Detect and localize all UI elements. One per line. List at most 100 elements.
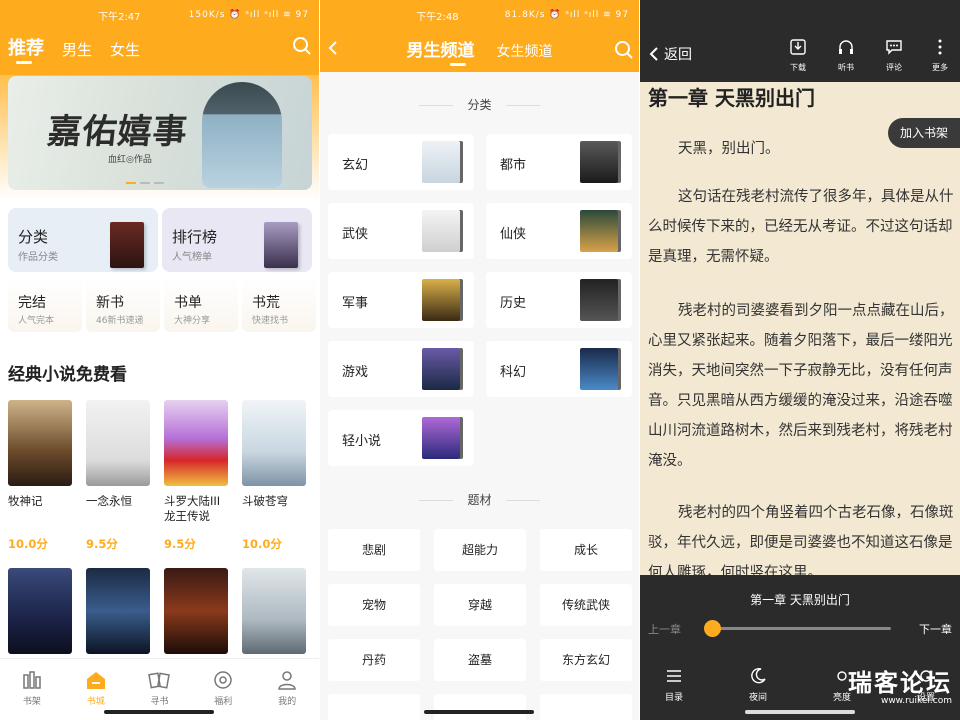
toc-label: 目录 bbox=[664, 693, 683, 703]
book-item[interactable] bbox=[8, 568, 72, 654]
category-item[interactable]: 玄幻 bbox=[328, 134, 474, 190]
search-icon[interactable] bbox=[614, 40, 634, 60]
category-card-cover bbox=[110, 222, 144, 268]
category-card[interactable]: 分类 作品分类 bbox=[8, 208, 158, 272]
book-score: 10.0分 bbox=[242, 537, 282, 551]
theme-tag-partial[interactable] bbox=[328, 694, 420, 720]
new-books-card[interactable]: 新书 46新书速递 bbox=[86, 278, 160, 332]
new-books-card-title: 新书 bbox=[96, 295, 124, 311]
theme-tag[interactable]: 丹药 bbox=[328, 639, 420, 681]
nav-find-book-label: 寻书 bbox=[150, 697, 169, 707]
theme-tag[interactable]: 东方玄幻 bbox=[540, 639, 632, 681]
category-label: 游戏 bbox=[342, 365, 369, 380]
theme-tag[interactable]: 宠物 bbox=[328, 584, 420, 626]
download-button[interactable]: 下载 bbox=[778, 38, 818, 73]
category-cover bbox=[580, 279, 618, 321]
bookstore-home-screen: 下午2:47 150K/s ⏰ ᵃıll ᵃıll ≋ 97 推荐 男生 女生 … bbox=[0, 0, 319, 720]
book-item[interactable] bbox=[86, 568, 150, 654]
theme-tag[interactable]: 穿越 bbox=[434, 584, 526, 626]
comment-button[interactable]: 评论 bbox=[874, 38, 914, 73]
banner-pager bbox=[126, 182, 164, 184]
profile-icon bbox=[278, 671, 296, 690]
ranking-card[interactable]: 排行榜 人气榜单 bbox=[162, 208, 312, 272]
reader-top-bar: 返回 下载 听书 评论 更多 bbox=[640, 0, 960, 82]
chapter-progress-track[interactable] bbox=[708, 627, 891, 630]
night-mode-button[interactable]: 夜间 bbox=[738, 667, 778, 703]
nav-bookshelf[interactable]: 书架 bbox=[0, 659, 64, 720]
listen-button[interactable]: 听书 bbox=[826, 38, 866, 73]
category-cover bbox=[580, 210, 618, 252]
promo-banner[interactable]: 嘉佑嬉事 血红◎作品 bbox=[8, 76, 312, 190]
banner-author: 血红◎作品 bbox=[108, 155, 152, 165]
category-label: 科幻 bbox=[500, 365, 527, 380]
ranking-card-cover bbox=[264, 222, 298, 268]
current-chapter: 第一章 天黑别出门 bbox=[750, 593, 850, 607]
reader-screen: 返回 下载 听书 评论 更多 第一章 天黑别出门 加入书架 天黑，别出门。 这句… bbox=[640, 0, 960, 720]
find-books-card[interactable]: 书荒 快速找书 bbox=[242, 278, 316, 332]
tab-female-channel[interactable]: 女生频道 bbox=[497, 41, 553, 61]
booklist-card[interactable]: 书单 大神分享 bbox=[164, 278, 238, 332]
search-icon[interactable] bbox=[292, 36, 312, 56]
theme-tag[interactable]: 悲剧 bbox=[328, 529, 420, 571]
tab-male[interactable]: 男生 bbox=[62, 39, 92, 60]
nav-profile[interactable]: 我的 bbox=[255, 659, 319, 720]
status-time: 下午2:48 bbox=[416, 11, 459, 23]
book-item[interactable]: 牧神记 10.0分 bbox=[8, 400, 72, 551]
book-cover bbox=[164, 400, 228, 486]
tab-male-channel[interactable]: 男生频道 bbox=[407, 36, 475, 61]
category-item[interactable]: 都市 bbox=[486, 134, 632, 190]
status-indicators: 81.8K/s ⏰ ᵃıll ᵃıll ≋ 97 bbox=[504, 10, 629, 20]
theme-tag[interactable]: 盗墓 bbox=[434, 639, 526, 681]
channel-category-screen: 下午2:48 81.8K/s ⏰ ᵃıll ᵃıll ≋ 97 男生频道 女生频… bbox=[320, 0, 639, 720]
category-label: 都市 bbox=[500, 158, 527, 173]
theme-tag[interactable]: 超能力 bbox=[434, 529, 526, 571]
book-item[interactable] bbox=[164, 568, 228, 654]
text-paragraph: 天黑，别出门。 bbox=[678, 141, 780, 157]
tab-recommend[interactable]: 推荐 bbox=[8, 34, 44, 60]
category-card-sub: 作品分类 bbox=[18, 252, 58, 263]
find-book-icon bbox=[148, 672, 171, 689]
moon-icon bbox=[751, 667, 766, 684]
home-indicator[interactable] bbox=[745, 710, 855, 714]
book-item[interactable]: 一念永恒 9.5分 bbox=[86, 400, 150, 551]
category-item[interactable]: 轻小说 bbox=[328, 410, 474, 466]
category-cover bbox=[422, 279, 460, 321]
category-item[interactable]: 科幻 bbox=[486, 341, 632, 397]
book-item[interactable]: 斗罗大陆III龙王传说 9.5分 bbox=[164, 400, 228, 551]
next-chapter-button[interactable]: 下一章 bbox=[919, 621, 952, 637]
active-tab-indicator bbox=[16, 61, 32, 64]
download-icon bbox=[790, 39, 806, 55]
book-item[interactable] bbox=[242, 568, 306, 654]
category-item[interactable]: 军事 bbox=[328, 272, 474, 328]
book-cover bbox=[164, 568, 228, 654]
prev-chapter-button[interactable]: 上一章 bbox=[648, 621, 681, 637]
tab-female[interactable]: 女生 bbox=[110, 39, 140, 60]
finished-card[interactable]: 完结 人气完本 bbox=[8, 278, 82, 332]
more-label: 更多 bbox=[932, 63, 948, 72]
find-books-card-title: 书荒 bbox=[252, 295, 280, 311]
home-indicator[interactable] bbox=[104, 710, 214, 714]
nav-bookshelf-label: 书架 bbox=[22, 697, 41, 707]
category-item[interactable]: 历史 bbox=[486, 272, 632, 328]
back-button[interactable]: 返回 bbox=[648, 44, 692, 64]
category-item[interactable]: 游戏 bbox=[328, 341, 474, 397]
book-cover bbox=[242, 568, 306, 654]
book-cover bbox=[8, 400, 72, 486]
banner-title: 嘉佑嬉事 bbox=[45, 112, 190, 152]
theme-tag[interactable]: 成长 bbox=[540, 529, 632, 571]
category-item[interactable]: 仙侠 bbox=[486, 203, 632, 259]
booklist-card-sub: 大神分享 bbox=[174, 316, 211, 326]
category-item[interactable]: 武侠 bbox=[328, 203, 474, 259]
book-item[interactable]: 斗破苍穹 10.0分 bbox=[242, 400, 306, 551]
more-button[interactable]: 更多 bbox=[922, 38, 958, 73]
category-label: 历史 bbox=[500, 296, 527, 311]
chapter-progress-handle[interactable] bbox=[704, 620, 721, 637]
theme-tag-partial[interactable] bbox=[540, 694, 632, 720]
nav-benefit-label: 福利 bbox=[214, 697, 233, 707]
more-vertical-icon bbox=[938, 39, 942, 55]
home-indicator[interactable] bbox=[424, 710, 534, 714]
theme-tag-partial[interactable] bbox=[434, 694, 526, 720]
toc-button[interactable]: 目录 bbox=[654, 667, 694, 703]
theme-tag[interactable]: 传统武侠 bbox=[540, 584, 632, 626]
active-tab-indicator bbox=[450, 63, 466, 66]
